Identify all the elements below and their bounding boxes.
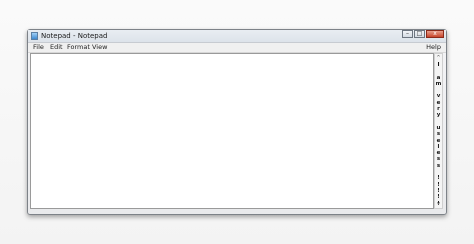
menu-format[interactable]: Format <box>67 43 90 52</box>
menu-file[interactable]: File <box>33 43 44 52</box>
menu-help[interactable]: Help <box>426 43 441 52</box>
scroll-up-arrow[interactable]: ^ <box>435 54 442 62</box>
maximize-button[interactable]: □ <box>414 30 425 38</box>
title-bar[interactable]: Notepad - Notepad – □ x <box>28 30 446 43</box>
vertical-scrollbar[interactable]: ^ I am very useless !!!!! v <box>434 53 443 209</box>
minimize-button[interactable]: – <box>402 30 413 38</box>
menu-bar: File Edit Format View Help <box>28 43 446 53</box>
scroll-down-arrow[interactable]: v <box>435 200 442 208</box>
menu-view[interactable]: View <box>92 43 107 52</box>
window-title: Notepad - Notepad <box>41 32 108 40</box>
caption-buttons: – □ x <box>401 30 444 39</box>
scrollbar-text: I am very useless !!!!! <box>435 62 442 207</box>
text-editor-area[interactable] <box>30 53 434 209</box>
close-button[interactable]: x <box>426 30 444 38</box>
menu-edit[interactable]: Edit <box>50 43 63 52</box>
notepad-window: Notepad - Notepad – □ x File Edit Format… <box>27 29 447 215</box>
notepad-icon <box>31 32 38 40</box>
screenshot-canvas: Notepad - Notepad – □ x File Edit Format… <box>0 0 474 244</box>
